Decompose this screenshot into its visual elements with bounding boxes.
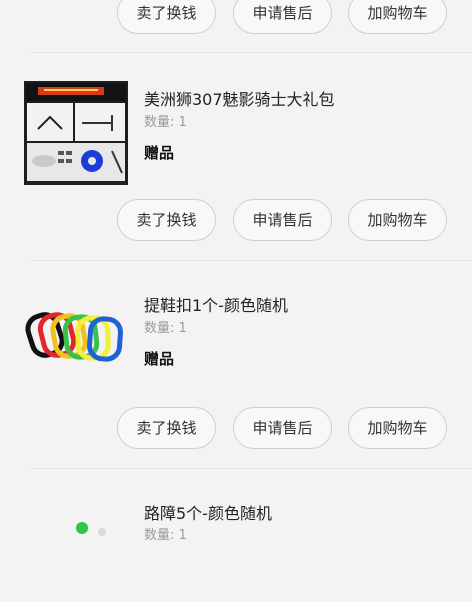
action-row: 卖了换钱 申请售后 加购物车 xyxy=(0,199,472,243)
after-sale-button[interactable]: 申请售后 xyxy=(233,0,332,34)
shoe-buckle-image xyxy=(24,285,128,389)
gift-tag: 赠品 xyxy=(144,144,175,162)
divider xyxy=(30,468,472,469)
after-sale-button[interactable]: 申请售后 xyxy=(233,199,332,241)
add-cart-button[interactable]: 加购物车 xyxy=(348,407,447,449)
action-row: 卖了换钱 申请售后 加购物车 xyxy=(0,407,472,451)
sell-button[interactable]: 卖了换钱 xyxy=(117,407,216,449)
product-image-shoe-buckle[interactable] xyxy=(24,285,128,389)
add-cart-button[interactable]: 加购物车 xyxy=(348,199,447,241)
item-title[interactable]: 提鞋扣1个-颜色随机 xyxy=(144,292,288,316)
product-image-traffic-cones[interactable] xyxy=(24,498,128,602)
item-quantity: 数量: 1 xyxy=(144,115,187,130)
item-quantity: 数量: 1 xyxy=(144,528,187,543)
sell-button[interactable]: 卖了换钱 xyxy=(117,199,216,241)
gift-tag: 赠品 xyxy=(144,350,175,368)
gift-pack-image xyxy=(24,81,128,185)
divider xyxy=(30,52,472,53)
product-image-gift-pack[interactable] xyxy=(24,81,128,185)
item-title[interactable]: 美洲狮307魅影骑士大礼包 xyxy=(144,86,335,110)
sell-button[interactable]: 卖了换钱 xyxy=(117,0,216,34)
action-row-top: 卖了换钱 申请售后 加购物车 xyxy=(0,0,472,36)
divider xyxy=(30,260,472,261)
item-quantity: 数量: 1 xyxy=(144,321,187,336)
traffic-cone-image xyxy=(24,498,128,602)
item-title[interactable]: 路障5个-颜色随机 xyxy=(144,500,272,524)
add-cart-button[interactable]: 加购物车 xyxy=(348,0,447,34)
after-sale-button[interactable]: 申请售后 xyxy=(233,407,332,449)
